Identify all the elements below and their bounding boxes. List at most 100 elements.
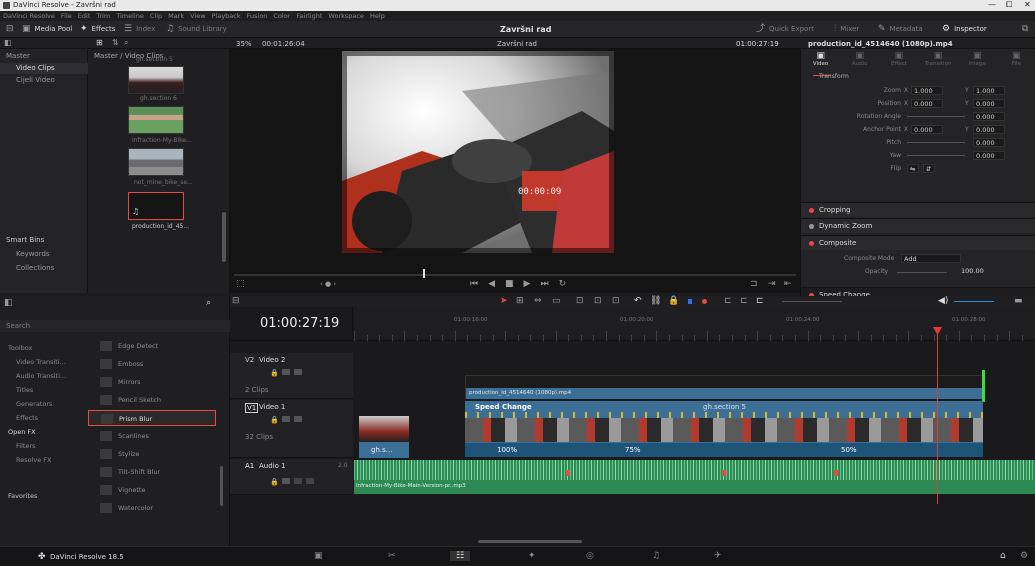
menu-item-8[interactable]: Playback — [212, 12, 241, 20]
bin-master[interactable]: Master — [0, 51, 88, 62]
close-button[interactable]: ✕ — [1024, 0, 1031, 9]
overwrite-clip-icon[interactable]: ⊡ — [594, 296, 602, 306]
transform-slider-2[interactable] — [907, 116, 965, 117]
menu-item-9[interactable]: Fusion — [247, 12, 268, 20]
timeline-scrollbar[interactable] — [478, 540, 582, 543]
fx-item-1[interactable]: Emboss — [88, 356, 216, 372]
cut-page-icon[interactable]: ✂ — [388, 551, 396, 561]
a1-audio-clip[interactable]: Infraction-My-Bike-Main-Version-pr..mp3 — [354, 460, 1035, 494]
link-icon[interactable]: ⛓ — [650, 296, 661, 306]
sort-icon[interactable]: ⇅ — [112, 38, 119, 48]
go-to-start-icon[interactable]: ⏮ — [470, 279, 478, 289]
zoom-detail-icon[interactable]: ⊏ — [740, 296, 748, 306]
a1-auto-select-icon[interactable] — [282, 478, 290, 484]
quick-export-button[interactable]: ⤴ Quick Export — [756, 24, 814, 34]
dynamic-trim-icon[interactable]: ⇔ — [534, 296, 542, 306]
a1-mute-icon[interactable] — [306, 478, 314, 484]
v2-lock-icon[interactable]: 🔒 — [270, 368, 279, 378]
audio-marker-3[interactable] — [834, 470, 838, 476]
v1-lock-icon[interactable]: 🔒 — [270, 415, 279, 425]
bin-cijeli-video[interactable]: Cijeli Video — [0, 75, 88, 86]
play-icon[interactable]: ▶ — [524, 279, 531, 289]
clip-thumb-2[interactable] — [128, 106, 184, 134]
fx-item-0[interactable]: Edge Detect — [88, 338, 216, 354]
minimize-button[interactable]: — — [988, 0, 996, 9]
metadata-button[interactable]: ✎ Metadata — [878, 24, 923, 34]
inspector-tab-4[interactable]: ▣ Image — [960, 51, 994, 75]
transform-value-4[interactable]: 0.000 — [973, 138, 1005, 147]
fx-item-4[interactable]: Prism Blur — [88, 410, 216, 426]
v2-auto-select-icon[interactable] — [282, 369, 290, 375]
transform-y-0[interactable]: 1.000 — [973, 86, 1005, 95]
mark-out-icon[interactable]: ⇤ — [784, 279, 792, 289]
inspector-tab-5[interactable]: ▣ File — [999, 51, 1033, 75]
sound-library-button[interactable]: ♫ Sound Library — [166, 24, 227, 34]
mark-in-icon[interactable]: ⇥ — [768, 279, 776, 289]
trim-tool-icon[interactable]: ⊞ — [516, 296, 524, 306]
menu-item-3[interactable]: Trim — [96, 12, 110, 20]
volume-icon[interactable]: ◀) — [938, 296, 948, 306]
transform-y-3[interactable]: 0.000 — [973, 125, 1005, 134]
fx-item-7[interactable]: Tilt-Shift Blur — [88, 464, 216, 480]
dynamic-zoom-enable-dot[interactable] — [809, 224, 814, 229]
inspector-button[interactable]: ⚙ Inspector — [942, 24, 987, 34]
v1-small-clip[interactable]: gh.s... — [359, 416, 409, 458]
speed-100[interactable]: 100% — [497, 446, 517, 454]
mixer-button[interactable]: ⫶ Mixer — [834, 24, 859, 34]
color-page-icon[interactable]: ◎ — [586, 551, 594, 561]
audio-marker-2[interactable] — [722, 470, 726, 476]
fairlight-page-icon[interactable]: ♫ — [652, 551, 660, 561]
timeline-zoom-slider[interactable] — [782, 301, 842, 302]
v2-enable-icon[interactable] — [294, 369, 302, 375]
opacity-value[interactable]: 100.00 — [961, 267, 984, 275]
fx-item-3[interactable]: Pencil Sketch — [88, 392, 216, 408]
v2-clip-end-marker[interactable] — [982, 370, 985, 402]
fx-item-8[interactable]: Vignette — [88, 482, 216, 498]
selection-tool-icon[interactable]: ➤ — [500, 296, 508, 306]
inspector-tab-3[interactable]: ▣ Transition — [921, 51, 955, 75]
viewer-options-icon[interactable]: ⬚ — [236, 279, 245, 289]
layout-icon[interactable]: ⊟ — [6, 24, 14, 34]
media-pool-button[interactable]: ▣ Media Pool — [22, 24, 72, 34]
v2-clip[interactable]: production_id_4514640 (1080p).mp4 — [465, 370, 985, 402]
transform-value-5[interactable]: 0.000 — [973, 151, 1005, 160]
viewer-zoom[interactable]: 35% — [236, 40, 252, 48]
menu-item-6[interactable]: Mark — [168, 12, 184, 20]
timeline-view-icon[interactable]: ⊟ — [232, 296, 240, 306]
transform-slider-5[interactable] — [907, 155, 965, 156]
bin-list-icon[interactable]: ◧ — [4, 38, 12, 48]
media-page-icon[interactable]: ▣ — [314, 551, 323, 561]
fx-item-5[interactable]: Scanlines — [88, 428, 216, 444]
composite-mode-select[interactable]: Add — [901, 254, 961, 263]
transform-x-0[interactable]: 1.000 — [911, 86, 943, 95]
v1-enable-icon[interactable] — [294, 416, 302, 422]
index-button[interactable]: ☰ Index — [124, 24, 155, 34]
fusion-page-icon[interactable]: ✦ — [528, 551, 536, 561]
transform-x-1[interactable]: 0.000 — [911, 99, 943, 108]
settings-icon[interactable]: ⚙ — [1020, 551, 1028, 561]
transform-x-3[interactable]: 0.000 — [911, 125, 943, 134]
clip-thumb-4[interactable]: ♫ — [128, 192, 184, 220]
loop-icon[interactable]: ↻ — [559, 279, 567, 289]
menu-item-1[interactable]: File — [61, 12, 72, 20]
fx-item-6[interactable]: Stylize — [88, 446, 216, 462]
clip-thumb-1[interactable] — [128, 66, 184, 94]
v1-clip[interactable]: Speed Change gh.section 5 100% 75% 50% — [465, 401, 983, 457]
cropping-section[interactable]: Cropping — [801, 202, 1035, 217]
grid-view-icon[interactable]: ⊞ — [96, 38, 103, 48]
transform-y-1[interactable]: 0.000 — [973, 99, 1005, 108]
cropping-enable-dot[interactable] — [809, 208, 814, 213]
bin-video-clips[interactable]: Video Clips — [0, 63, 88, 74]
menu-item-0[interactable]: DaVinci Resolve — [3, 12, 55, 20]
smart-bin-keywords[interactable]: Keywords — [0, 249, 88, 260]
smart-bin-collections[interactable]: Collections — [0, 263, 88, 274]
timeline-playhead[interactable] — [937, 329, 938, 504]
a1-lock-icon[interactable]: 🔒 — [270, 477, 279, 487]
menu-item-7[interactable]: View — [190, 12, 205, 20]
pool-scrollbar[interactable] — [222, 212, 226, 262]
fx-search-icon[interactable]: ⌕ — [206, 298, 211, 308]
fx-item-2[interactable]: Mirrors — [88, 374, 216, 390]
timeline-selector[interactable]: Završni rad — [497, 40, 537, 48]
dynamic-zoom-section[interactable]: Dynamic Zoom — [801, 218, 1035, 233]
effects-button[interactable]: ✦ Effects — [80, 24, 115, 34]
